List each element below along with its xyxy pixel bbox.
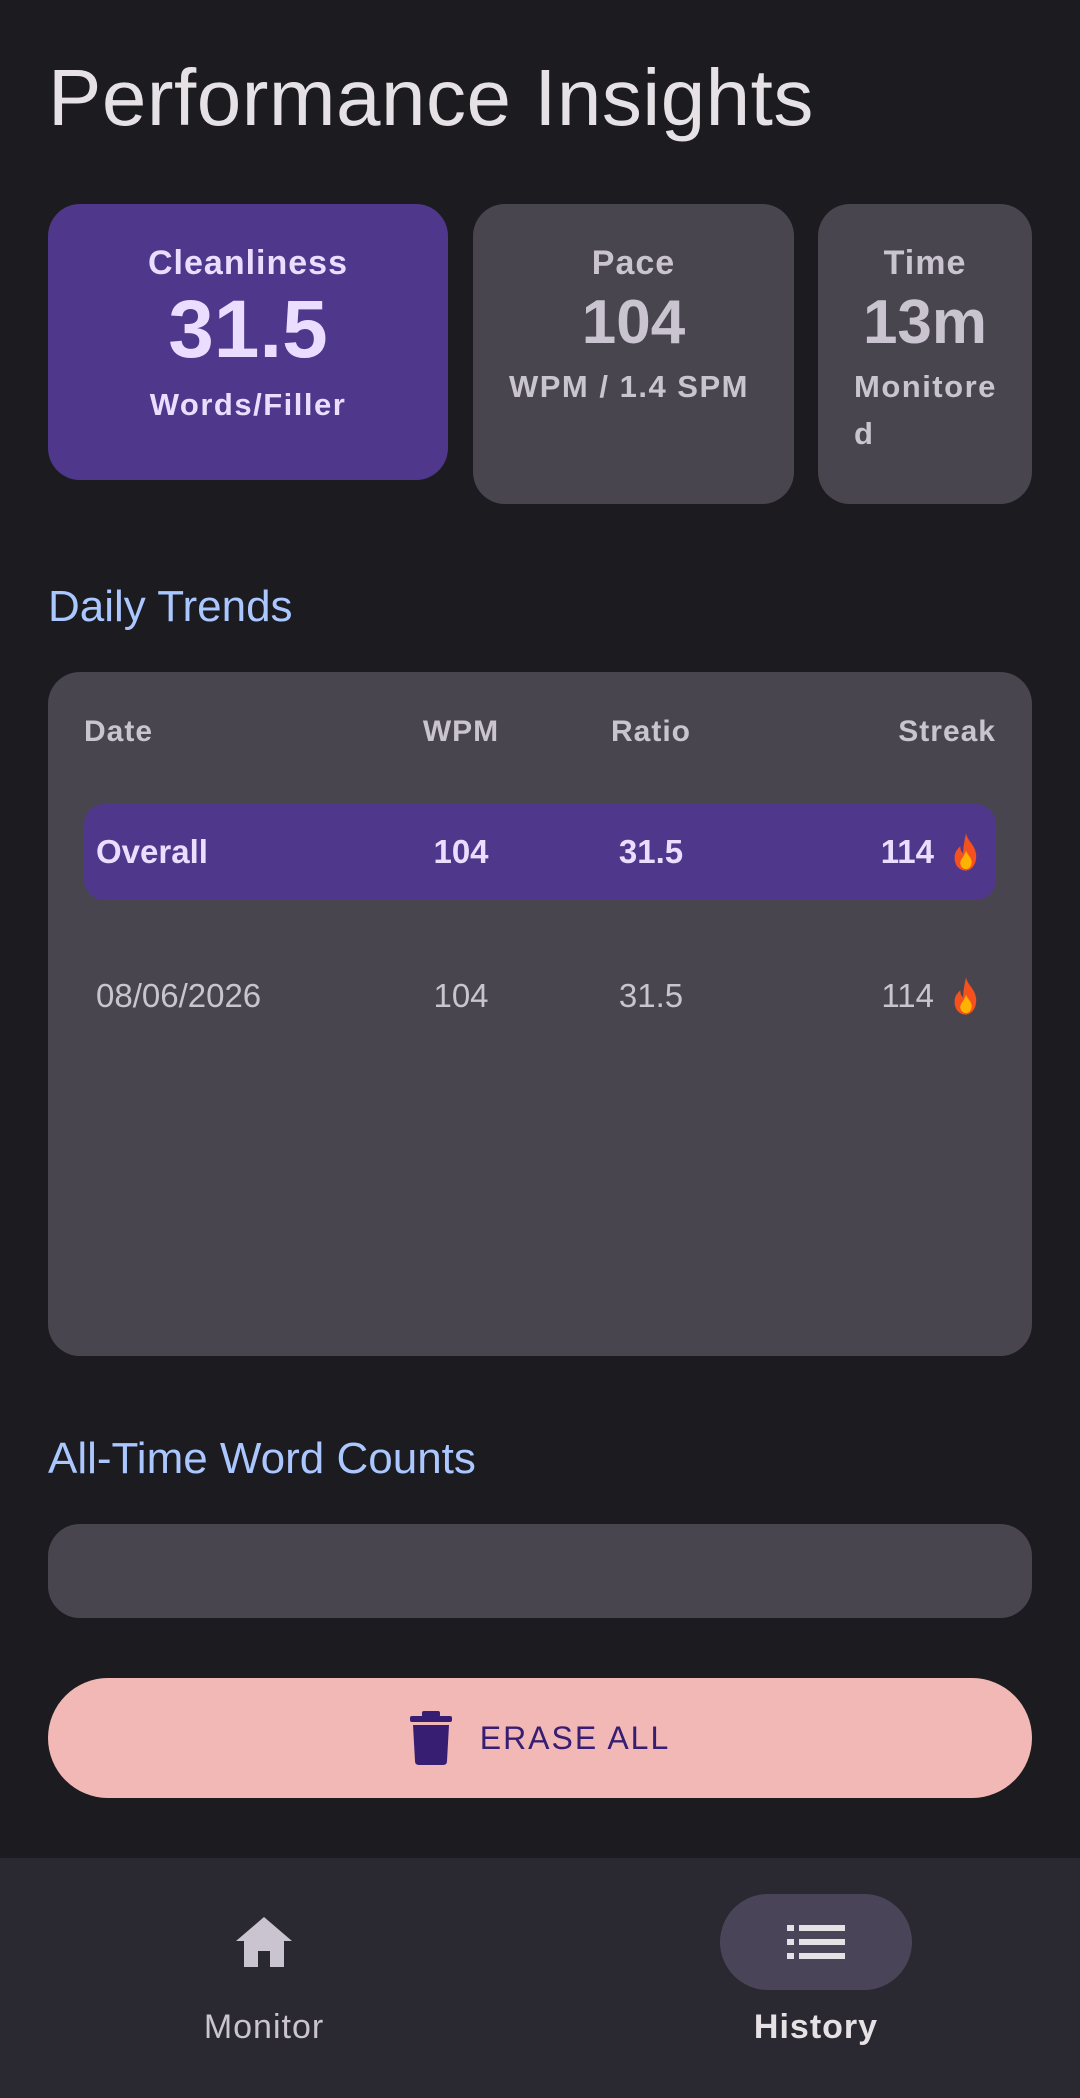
cleanliness-label: Cleanliness [148,244,348,282]
pace-unit: WPM / 1.4 SPM [509,369,749,405]
nav-monitor-label: Monitor [203,2008,325,2046]
word-counts-card [48,1524,1032,1618]
time-unit: Monitored [854,369,997,452]
cleanliness-unit: Words/Filler [149,387,347,423]
nav-history-pill [720,1894,912,1990]
overall-streak: 114 [880,833,934,870]
nav-item-monitor[interactable]: Monitor [114,1894,414,2047]
row-streak-cell: 114 [881,948,984,1044]
nav-monitor-pill [168,1894,360,1990]
row-wpm: 104 [433,977,489,1014]
header-wpm: WPM [422,715,500,748]
pace-value: 104 [581,288,686,357]
nav-history-label: History [753,2008,879,2046]
header-ratio: Ratio [611,715,691,748]
page-title: Performance Insights [48,53,814,142]
overall-wpm: 104 [433,833,489,870]
table-header: Date WPM Ratio Streak [84,712,996,752]
daily-trends-title: Daily Trends [48,582,293,631]
table-row: 08/06/2026 104 31.5 114 [84,948,996,1044]
bottom-navigation: Monitor History [0,1858,1080,2098]
header-date: Date [84,715,154,748]
nav-item-history[interactable]: History [666,1894,966,2047]
erase-all-button[interactable]: ERASE ALL [48,1678,1032,1798]
cleanliness-value: 31.5 [168,284,328,375]
overall-ratio: 31.5 [618,833,684,870]
fire-icon [954,977,977,1015]
cleanliness-card: Cleanliness 31.5 Words/Filler [48,204,448,480]
time-card: Time 13m Monitored [818,204,1032,504]
overall-streak-cell: 114 [881,804,984,900]
erase-all-label: ERASE ALL [479,1719,671,1756]
overall-date: Overall [96,833,208,870]
daily-trends-table: Date WPM Ratio Streak Overall 104 31.5 1… [48,672,1032,1356]
word-counts-title: All-Time Word Counts [48,1434,476,1483]
list-icon [787,1925,845,1959]
fire-icon [954,833,977,871]
time-label: Time [883,244,967,282]
pace-label: Pace [591,244,676,282]
time-value: 13m [862,288,988,357]
home-icon [236,1917,292,1967]
row-streak: 114 [881,977,934,1014]
table-row-overall: Overall 104 31.5 114 [84,804,996,900]
performance-insights-screen: Performance Insights Cleanliness 31.5 Wo… [0,0,1080,2098]
header-streak: Streak [898,715,996,748]
trash-icon [409,1711,452,1765]
row-ratio: 31.5 [618,977,684,1014]
pace-card: Pace 104 WPM / 1.4 SPM [473,204,794,504]
row-date: 08/06/2026 [96,977,262,1014]
